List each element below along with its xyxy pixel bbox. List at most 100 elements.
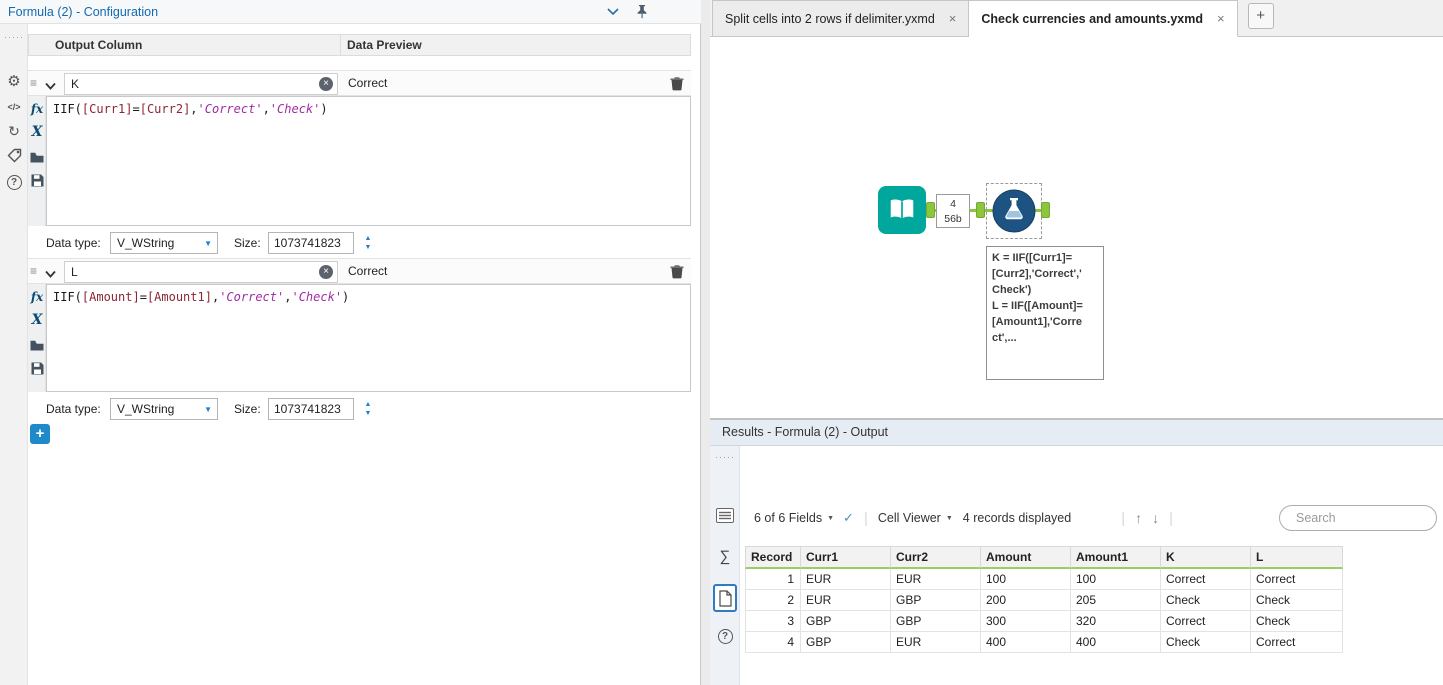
help-question-glyph: ? [717, 629, 733, 644]
configuration-panel: Formula (2) - Configuration ····· ⚙ </> … [0, 0, 701, 685]
output-column-input-l[interactable]: L × [64, 261, 338, 283]
folder-icon[interactable] [28, 340, 46, 354]
insert-variable-icon[interactable]: X [28, 312, 46, 328]
output-column-value: L [71, 265, 78, 279]
search-input[interactable] [1296, 511, 1443, 525]
drag-handle-icon[interactable]: ≡ [30, 264, 37, 278]
input-anchor[interactable] [976, 202, 985, 218]
records-displayed-label: 4 records displayed [962, 511, 1072, 525]
text-input-tool[interactable] [878, 186, 926, 234]
profile-sigma-icon[interactable]: ∑ [710, 548, 740, 565]
workflow-canvas[interactable]: 4 56b K = IIF([Curr1]= [Curr2],'Correct'… [710, 37, 1443, 418]
clear-field-icon[interactable]: × [319, 77, 333, 91]
insert-function-icon[interactable]: fx [28, 102, 46, 116]
output-anchor[interactable] [926, 202, 935, 218]
pin-panel-icon[interactable] [635, 4, 649, 19]
column-header[interactable]: Curr2 [891, 546, 981, 569]
data-type-dropdown[interactable]: V_WString ▼ [110, 232, 218, 254]
table-row[interactable]: 3 GBP GBP 300 320 Correct Check [745, 611, 1343, 632]
fields-dropdown[interactable]: 6 of 6 Fields ▼ ✓ [754, 510, 854, 526]
next-arrow-icon[interactable]: ↓ [1152, 510, 1159, 526]
close-tab-icon[interactable]: × [1217, 12, 1225, 25]
chevron-down-icon[interactable] [45, 267, 56, 281]
expression-row-k: ≡ K × Correct [28, 70, 691, 96]
save-icon[interactable] [28, 362, 46, 378]
previous-arrow-icon[interactable]: ↑ [1135, 510, 1142, 526]
help-icon[interactable]: ? [0, 174, 28, 190]
column-header[interactable]: Amount [981, 546, 1071, 569]
size-input[interactable]: 1073741823 [268, 232, 354, 254]
stepper-up-icon[interactable]: ▲ [365, 235, 372, 243]
size-label: Size: [234, 236, 261, 250]
connection-record-count-badge[interactable]: 4 56b [936, 194, 970, 228]
dropdown-arrow-icon: ▼ [827, 514, 835, 522]
delete-expression-button[interactable] [670, 76, 684, 94]
collapse-panel-chevron-icon[interactable] [607, 7, 619, 16]
stepper-up-icon[interactable]: ▲ [365, 401, 372, 409]
table-row[interactable]: 1 EUR EUR 100 100 Correct Correct [745, 569, 1343, 590]
cell-viewer-dropdown[interactable]: Cell Viewer ▼ [878, 511, 953, 525]
table-view-icon[interactable] [710, 508, 740, 526]
expression-editor-l[interactable]: IIF([Amount]=[Amount1],'Correct','Check'… [46, 284, 691, 392]
column-header[interactable]: K [1161, 546, 1251, 569]
insert-variable-icon[interactable]: X [28, 124, 46, 140]
panel-grip-icon[interactable]: ····· [710, 452, 740, 462]
expression-text: IIF([Curr1]=[Curr2],'Correct','Check') [53, 102, 328, 116]
tool-annotation[interactable]: K = IIF([Curr1]= [Curr2],'Correct',' Che… [986, 246, 1104, 380]
table-row[interactable]: 2 EUR GBP 200 205 Check Check [745, 590, 1343, 611]
folder-icon[interactable] [28, 152, 46, 166]
stepper-down-icon[interactable]: ▼ [365, 410, 372, 418]
size-input[interactable]: 1073741823 [268, 398, 354, 420]
data-type-value: V_WString [117, 402, 175, 416]
expression-editor-toolbar: fx X [28, 96, 46, 226]
panel-grip-icon[interactable]: ····· [0, 32, 28, 42]
refresh-icon[interactable]: ↻ [0, 123, 28, 140]
chevron-down-icon[interactable] [45, 79, 56, 93]
workflow-tab-bar: Split cells into 2 rows if delimiter.yxm… [710, 0, 1443, 37]
new-tab-button[interactable]: + [1247, 2, 1274, 29]
column-header[interactable]: Amount1 [1071, 546, 1161, 569]
column-header[interactable]: Curr1 [801, 546, 891, 569]
help-icon[interactable]: ? [710, 628, 740, 644]
alteryx-designer-window: Formula (2) - Configuration ····· ⚙ </> … [0, 0, 1443, 685]
add-expression-button[interactable]: + [30, 424, 50, 444]
delete-expression-button[interactable] [670, 264, 684, 282]
dropdown-arrow-icon: ▼ [204, 405, 212, 414]
stepper-down-icon[interactable]: ▼ [365, 244, 372, 252]
output-column-input-k[interactable]: K × [64, 73, 338, 95]
toolbar-separator: | [1121, 509, 1126, 527]
formula-tool[interactable] [992, 189, 1036, 233]
size-stepper[interactable]: ▲ ▼ [360, 232, 376, 254]
page-icon [718, 589, 732, 607]
tab-split-cells-workflow[interactable]: Split cells into 2 rows if delimiter.yxm… [712, 0, 970, 36]
gear-icon[interactable]: ⚙ [0, 72, 28, 90]
apply-check-icon[interactable]: ✓ [843, 510, 854, 526]
table-row[interactable]: 4 GBP EUR 400 400 Check Correct [745, 632, 1343, 653]
results-side-toolbar: ····· ∑ ? [710, 446, 740, 685]
panel-divider[interactable] [701, 0, 710, 685]
tag-icon[interactable] [0, 148, 28, 166]
expression-editor-k[interactable]: IIF([Curr1]=[Curr2],'Correct','Check') [46, 96, 691, 226]
search-box[interactable] [1279, 505, 1443, 531]
insert-function-icon[interactable]: fx [28, 290, 46, 304]
close-tab-icon[interactable]: × [949, 12, 957, 25]
code-icon[interactable]: </> [0, 100, 28, 114]
column-header[interactable]: L [1251, 546, 1343, 569]
expression-text: IIF([Amount]=[Amount1],'Correct','Check'… [53, 290, 350, 304]
drag-handle-icon[interactable]: ≡ [30, 76, 37, 90]
save-icon[interactable] [28, 174, 46, 190]
data-preview-value: Correct [348, 264, 388, 278]
configuration-header: Formula (2) - Configuration [0, 0, 701, 24]
column-header[interactable]: Record [745, 546, 801, 569]
tab-check-currencies-workflow[interactable]: Check currencies and amounts.yxmd × [969, 0, 1238, 37]
data-preview-value: Correct [348, 76, 388, 90]
data-view-selected-button[interactable] [713, 584, 737, 612]
output-anchor[interactable] [1041, 202, 1050, 218]
size-stepper[interactable]: ▲ ▼ [360, 398, 376, 420]
results-table-header: Record Curr1 Curr2 Amount Amount1 K L [745, 546, 1343, 569]
clear-field-icon[interactable]: × [319, 265, 333, 279]
cell-viewer-label: Cell Viewer [877, 511, 941, 525]
fields-summary: 6 of 6 Fields [754, 511, 823, 525]
panel-title: Formula (2) - Configuration [8, 4, 159, 19]
data-type-dropdown[interactable]: V_WString ▼ [110, 398, 218, 420]
